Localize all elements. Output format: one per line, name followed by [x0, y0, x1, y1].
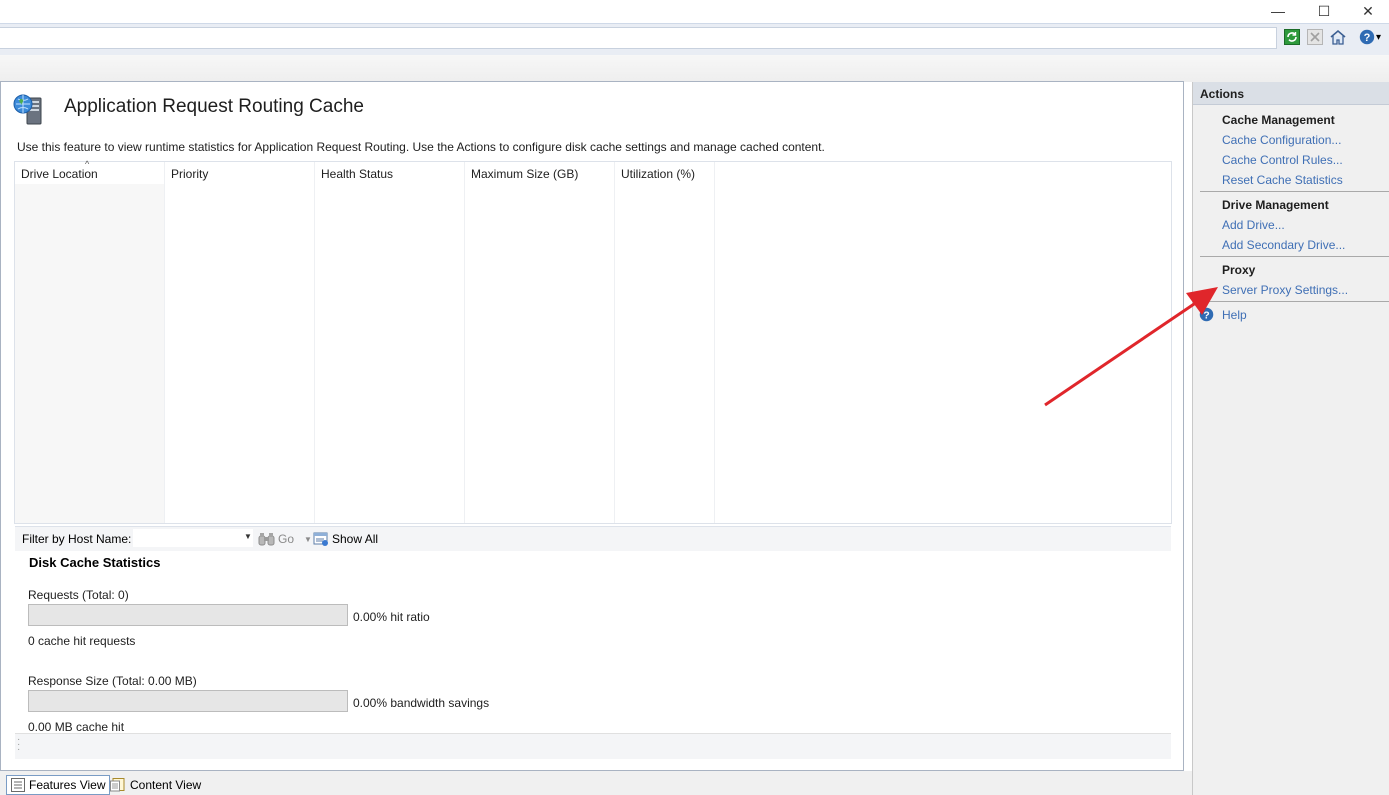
binoculars-icon [258, 533, 275, 546]
content-view-label: Content View [130, 778, 202, 792]
bandwidth-savings-text: 0.00% bandwidth savings [353, 696, 490, 710]
go-button[interactable]: Go ▼ [258, 531, 312, 547]
column-header[interactable]: Drive Location [21, 167, 98, 181]
address-bar[interactable] [0, 27, 1277, 49]
home-icon[interactable] [1328, 27, 1348, 47]
column-header[interactable]: Utilization (%) [621, 167, 695, 181]
hit-ratio-bar [28, 604, 348, 626]
cache-hit-size: 0.00 MB cache hit [28, 720, 125, 734]
filter-host-input[interactable] [133, 529, 253, 547]
drive-grid[interactable]: ^ Drive Location Priority Health Status … [14, 159, 1172, 524]
actions-divider [1200, 256, 1389, 257]
features-view-tab[interactable]: Features View [6, 775, 111, 795]
column-health-status[interactable]: Health Status [315, 162, 465, 523]
response-size-label: Response Size (Total: 0.00 MB) [28, 674, 197, 688]
stats-title: Disk Cache Statistics [29, 555, 161, 570]
help-link[interactable]: Help [1222, 308, 1247, 322]
column-header[interactable]: Priority [171, 167, 208, 181]
actions-title: Actions [1200, 87, 1245, 101]
help-icon[interactable]: ? [1199, 307, 1214, 322]
refresh-icon[interactable] [1282, 27, 1302, 47]
title-bar: — ☐ ✕ [0, 0, 1389, 24]
actions-divider [1200, 301, 1389, 302]
cache-control-rules-link[interactable]: Cache Control Rules... [1222, 153, 1343, 167]
proxy-heading: Proxy [1222, 263, 1256, 277]
actions-pane [1192, 82, 1389, 795]
svg-text:?: ? [1364, 32, 1371, 44]
minimize-button[interactable]: — [1255, 0, 1301, 22]
splitter-strip[interactable] [15, 733, 1171, 759]
column-header[interactable]: Maximum Size (GB) [471, 167, 578, 181]
toolbar-spacer [0, 55, 1389, 82]
resize-grip-icon[interactable]: · · · [17, 735, 20, 755]
arr-cache-icon [13, 92, 47, 126]
help-icon[interactable]: ? ▾ [1355, 27, 1385, 47]
content-view-tab[interactable]: Content View [106, 775, 205, 795]
column-utilization[interactable]: Utilization (%) [615, 162, 715, 523]
sorted-column-fill [15, 184, 164, 523]
actions-divider [1200, 191, 1389, 192]
features-view-icon [11, 778, 25, 792]
maximize-button[interactable]: ☐ [1301, 0, 1347, 22]
column-drive-location[interactable]: ^ Drive Location [15, 159, 165, 523]
chevron-down-icon[interactable]: ▼ [244, 532, 252, 541]
go-label: Go [278, 532, 295, 546]
show-all-button[interactable]: Show All [313, 531, 378, 547]
add-secondary-drive-link[interactable]: Add Secondary Drive... [1222, 238, 1345, 252]
features-view-label: Features View [29, 778, 106, 792]
stop-icon[interactable] [1305, 27, 1325, 47]
requests-total-label: Requests (Total: 0) [28, 588, 129, 602]
page-title: Application Request Routing Cache [64, 96, 364, 117]
cache-hit-requests: 0 cache hit requests [28, 634, 136, 648]
add-drive-link[interactable]: Add Drive... [1222, 218, 1285, 232]
server-proxy-settings-link[interactable]: Server Proxy Settings... [1222, 283, 1348, 297]
cache-configuration-link[interactable]: Cache Configuration... [1222, 133, 1341, 147]
filter-label: Filter by Host Name: [22, 532, 132, 546]
bandwidth-bar [28, 690, 348, 712]
drive-management-heading: Drive Management [1222, 198, 1329, 212]
show-all-label: Show All [332, 532, 379, 546]
content-view-icon [110, 778, 125, 792]
cache-management-heading: Cache Management [1222, 113, 1335, 127]
hit-ratio-text: 0.00% hit ratio [353, 610, 430, 624]
svg-text:?: ? [1203, 310, 1209, 321]
view-switcher-bar [0, 771, 1389, 795]
close-button[interactable]: ✕ [1345, 0, 1389, 22]
help-dropdown-icon[interactable]: ▾ [1376, 32, 1381, 43]
page-description: Use this feature to view runtime statist… [17, 140, 825, 154]
show-all-icon [313, 532, 328, 546]
column-maximum-size[interactable]: Maximum Size (GB) [465, 162, 615, 523]
column-header[interactable]: Health Status [321, 167, 393, 181]
column-priority[interactable]: Priority [165, 162, 315, 523]
reset-cache-statistics-link[interactable]: Reset Cache Statistics [1222, 173, 1343, 187]
chevron-down-icon[interactable]: ▼ [304, 535, 312, 544]
